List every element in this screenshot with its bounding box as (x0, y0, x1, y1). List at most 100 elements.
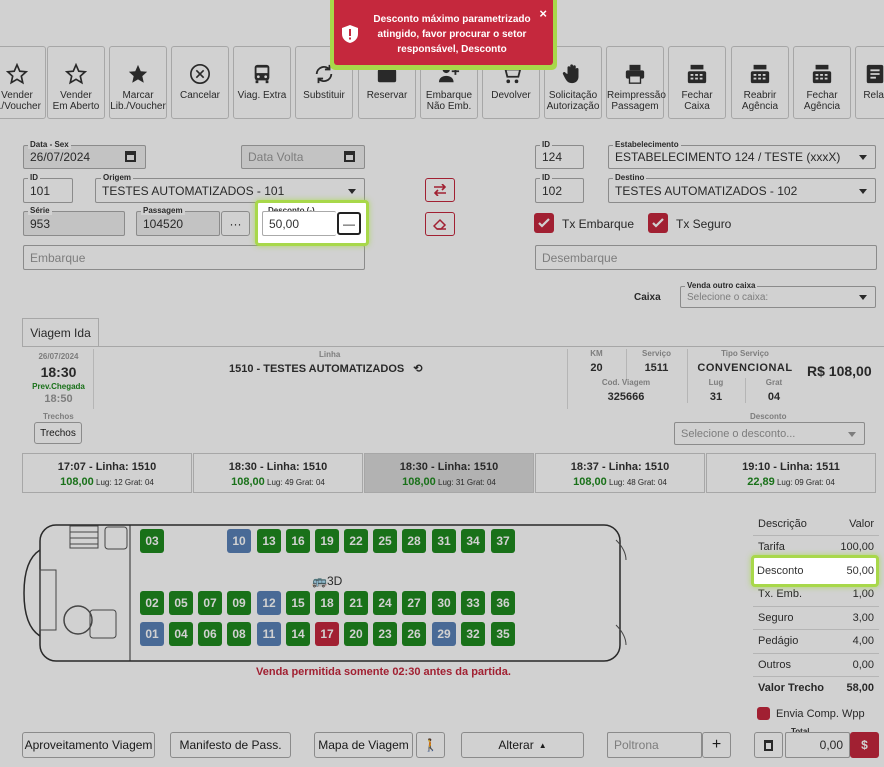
tab-viagem-ida[interactable]: Viagem Ida (22, 318, 99, 346)
seat-15[interactable]: 15 (286, 591, 310, 615)
toolbar-button-reabrir[interactable]: Reabrir Agência (731, 46, 789, 119)
km-label: KM (590, 349, 603, 358)
seat-37[interactable]: 37 (491, 529, 515, 553)
seat-29[interactable]: 29 (432, 622, 456, 646)
seat-20[interactable]: 20 (344, 622, 368, 646)
aproveitamento-button[interactable]: Aproveitamento Viagem (22, 732, 155, 758)
erase-button[interactable] (425, 212, 455, 236)
toolbar-button-label: Vender (60, 90, 92, 101)
alterar-label: Alterar (498, 738, 534, 752)
eraser-icon (433, 218, 447, 230)
seat-05[interactable]: 05 (169, 591, 193, 615)
seat-23[interactable]: 23 (373, 622, 397, 646)
toolbar-button-viag-extra[interactable]: Viag. Extra (233, 46, 291, 119)
servico-value: 1511 (644, 362, 669, 374)
tab-label: Viagem Ida (30, 325, 91, 340)
seat-24[interactable]: 24 (373, 591, 397, 615)
toolbar-button-marcar[interactable]: Marcar Lib./Voucher (109, 46, 167, 119)
trip-time-box: 26/07/2024 18:30 Prev.Chegada 18:50 (24, 349, 94, 409)
pay-button[interactable]: $ (850, 732, 879, 758)
seat-18[interactable]: 18 (315, 591, 339, 615)
seat-12[interactable]: 12 (257, 591, 281, 615)
tx-seguro-checkbox[interactable] (648, 213, 668, 233)
swap-button[interactable] (425, 178, 455, 202)
toolbar-button-relat[interactable]: Relat (855, 46, 884, 119)
calendar-icon[interactable] (125, 151, 136, 162)
walk-button[interactable]: 🚶 (416, 732, 445, 758)
toolbar-button-reimpress-o[interactable]: Reimpressão Passagem (606, 46, 666, 119)
alterar-button[interactable]: Alterar ▲ (461, 732, 584, 758)
manifesto-button[interactable]: Manifesto de Pass. (170, 732, 291, 758)
seat-33[interactable]: 33 (461, 591, 485, 615)
seat-04[interactable]: 04 (169, 622, 193, 646)
seat-28[interactable]: 28 (402, 529, 426, 553)
toolbar-button-vender[interactable]: VenderL./Voucher (0, 46, 46, 119)
trechos-button[interactable]: Trechos (34, 422, 82, 444)
seat-31[interactable]: 31 (432, 529, 456, 553)
chevron-down-icon (859, 155, 867, 160)
seat-25[interactable]: 25 (373, 529, 397, 553)
dest-label: Destino (613, 173, 647, 182)
seat-06[interactable]: 06 (198, 622, 222, 646)
trip-option[interactable]: 18:30 - Linha: 1510 108,00 Lug: 49 Grat: … (193, 453, 363, 493)
seat-13[interactable]: 13 (257, 529, 281, 553)
trip-option[interactable]: 18:30 - Linha: 1510 108,00 Lug: 31 Grat: … (364, 453, 534, 493)
seat-11[interactable]: 11 (257, 622, 281, 646)
desembarque-field[interactable]: Desembarque (535, 245, 877, 270)
mapa-viagem-button[interactable]: Mapa de Viagem (314, 732, 413, 758)
seat-21[interactable]: 21 (344, 591, 368, 615)
seat-36[interactable]: 36 (491, 591, 515, 615)
seat-01[interactable]: 01 (140, 622, 164, 646)
km-value: 20 (590, 362, 603, 374)
seat-09[interactable]: 09 (227, 591, 251, 615)
toolbar-button-label: Reimpressão (607, 90, 666, 101)
desconto-input[interactable]: 50,00 (262, 211, 336, 236)
seat-03[interactable]: 03 (140, 529, 164, 553)
close-icon[interactable]: × (539, 6, 547, 21)
trip-option[interactable]: 19:10 - Linha: 1511 22,89 Lug: 09 Grat: 0… (706, 453, 876, 493)
add-poltrona-button[interactable]: + (702, 732, 731, 758)
caixa-label: Caixa (634, 292, 661, 303)
seat-34[interactable]: 34 (461, 529, 485, 553)
embarque-field[interactable]: Embarque (23, 245, 365, 270)
seat-02[interactable]: 02 (140, 591, 164, 615)
seat-35[interactable]: 35 (491, 622, 515, 646)
seat-22[interactable]: 22 (344, 529, 368, 553)
seat-26[interactable]: 26 (402, 622, 426, 646)
trip-price: R$ 108,00 (807, 363, 872, 379)
toolbar-button-fechar[interactable]: Fechar Caixa (668, 46, 726, 119)
toolbar-button-label: Substituir (303, 90, 345, 101)
seat-16[interactable]: 16 (286, 529, 310, 553)
trip-option[interactable]: 17:07 - Linha: 1510 108,00 Lug: 12 Grat: … (22, 453, 192, 493)
toolbar-button-cancelar[interactable]: Cancelar (171, 46, 229, 119)
dest-value: TESTES AUTOMATIZADOS - 102 (615, 183, 798, 198)
trip-option[interactable]: 18:37 - Linha: 1510 108,00 Lug: 48 Grat: … (535, 453, 705, 493)
trash-button[interactable] (754, 732, 783, 758)
dest-select[interactable]: TESTES AUTOMATIZADOS - 102 (608, 178, 876, 203)
toolbar-button-label: Passagem (611, 101, 659, 112)
envia-comp-checkbox[interactable] (757, 707, 770, 720)
return-date-field[interactable]: Data Volta (241, 145, 365, 169)
seat-10[interactable]: 10 (227, 529, 251, 553)
trip-option-lug-grat: Lug: 48 Grat: 04 (606, 478, 667, 487)
seat-30[interactable]: 30 (432, 591, 456, 615)
seat-17[interactable]: 17 (315, 622, 339, 646)
tx-embarque-checkbox[interactable] (534, 213, 554, 233)
poltrona-input[interactable]: Poltrona (607, 732, 702, 758)
seat-32[interactable]: 32 (461, 622, 485, 646)
trip-desconto-select[interactable]: Selecione o desconto... (674, 422, 865, 445)
grat-box: Grat 04 (745, 378, 802, 403)
toolbar-button-vender[interactable]: Vender Em Aberto (47, 46, 105, 119)
bus-3d-label[interactable]: 🚌3D (312, 574, 342, 588)
trip-option-title: 18:37 - Linha: 1510 (570, 461, 670, 473)
passagem-more-button[interactable]: ··· (221, 211, 250, 236)
calendar-icon[interactable] (344, 151, 355, 162)
seat-07[interactable]: 07 (198, 591, 222, 615)
total-field[interactable]: 0,00 (785, 732, 850, 758)
toolbar-button-fechar[interactable]: Fechar Agência (793, 46, 851, 119)
seat-27[interactable]: 27 (402, 591, 426, 615)
seat-08[interactable]: 08 (227, 622, 251, 646)
seat-19[interactable]: 19 (315, 529, 339, 553)
desconto-minus-button[interactable]: — (337, 212, 361, 235)
seat-14[interactable]: 14 (286, 622, 310, 646)
